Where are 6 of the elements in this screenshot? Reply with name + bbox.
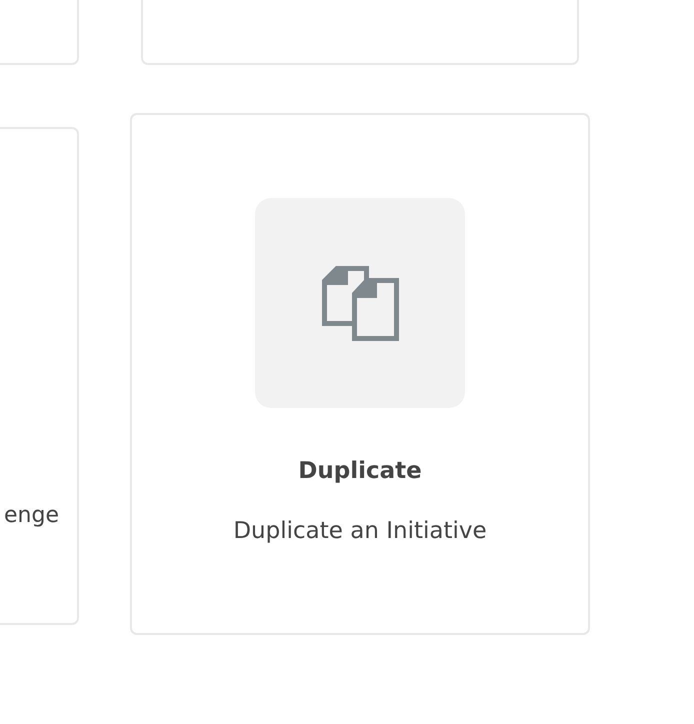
copy-icon xyxy=(321,264,399,342)
card[interactable]: enge xyxy=(0,127,79,625)
card-title: Duplicate xyxy=(298,457,422,485)
duplicate-card[interactable]: Duplicate Duplicate an Initiative xyxy=(130,113,590,635)
card-description: enge xyxy=(4,503,59,530)
card-description: Duplicate an Initiative xyxy=(233,517,487,545)
